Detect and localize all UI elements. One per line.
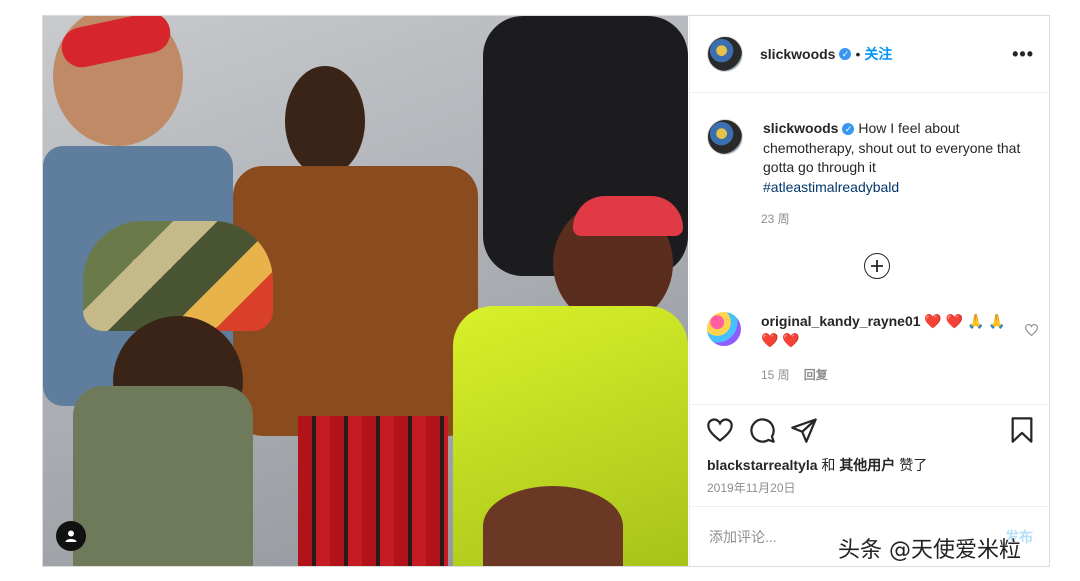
plaid-pants bbox=[298, 416, 448, 566]
watermark: 头条 @天使爱米粒 bbox=[838, 538, 1021, 563]
caption-text-block: slickwoods ✓ How I feel about chemotherap… bbox=[763, 119, 1037, 197]
comment-icon[interactable] bbox=[748, 416, 776, 444]
heart-icon[interactable] bbox=[706, 416, 734, 444]
header-user: slickwoods ✓ • 关注 bbox=[760, 44, 892, 64]
header-separator: • bbox=[855, 46, 861, 62]
likes-suffix: 赞了 bbox=[899, 457, 928, 473]
post-date: 2019年11月20日 bbox=[707, 481, 796, 495]
likes-joiner: 和 bbox=[821, 457, 836, 473]
comment-username[interactable]: original_kandy_rayne01 bbox=[761, 313, 921, 329]
action-bar bbox=[706, 416, 818, 444]
comment-time: 15 周 bbox=[761, 368, 790, 382]
likes-user[interactable]: blackstarrealtyla bbox=[707, 457, 818, 473]
comment-meta: 15 周 回复 bbox=[761, 366, 828, 383]
follow-button[interactable]: 关注 bbox=[864, 44, 892, 64]
post-header: slickwoods ✓ • 关注 ••• bbox=[690, 16, 1049, 93]
caption: slickwoods ✓ How I feel about chemotherap… bbox=[707, 119, 1037, 197]
reply-button[interactable]: 回复 bbox=[804, 366, 828, 383]
likes-line: blackstarrealtyla 和 其他用户 赞了 bbox=[707, 455, 927, 475]
load-more-comments-button[interactable] bbox=[864, 253, 890, 279]
tagged-users-button[interactable] bbox=[56, 521, 86, 551]
more-options-icon[interactable]: ••• bbox=[1012, 44, 1034, 65]
post-card: slickwoods ✓ • 关注 ••• slickwoods ✓ How I … bbox=[42, 15, 1050, 567]
comment-text-block: original_kandy_rayne01 ❤️ ❤️ 🙏 🙏 ❤️ ❤️ bbox=[761, 312, 1011, 350]
plus-icon bbox=[871, 260, 883, 272]
user-icon bbox=[65, 530, 77, 542]
man-center-head bbox=[285, 66, 365, 176]
caption-hashtag[interactable]: #atleastimalreadybald bbox=[763, 179, 899, 195]
caption-avatar[interactable] bbox=[707, 119, 743, 155]
camo-cap bbox=[83, 221, 273, 331]
caption-username[interactable]: slickwoods bbox=[763, 120, 838, 136]
likes-others[interactable]: 其他用户 bbox=[839, 457, 895, 473]
avatar[interactable] bbox=[707, 36, 743, 72]
commenter-avatar[interactable] bbox=[707, 312, 741, 346]
comment-like-heart-icon[interactable] bbox=[1025, 324, 1038, 336]
post-photo[interactable] bbox=[43, 16, 688, 566]
header-username[interactable]: slickwoods bbox=[760, 46, 835, 62]
divider bbox=[690, 404, 1049, 405]
red-hair bbox=[573, 196, 683, 236]
woman-belly bbox=[483, 486, 623, 566]
comment-item: original_kandy_rayne01 ❤️ ❤️ 🙏 🙏 ❤️ ❤️ bbox=[707, 312, 1037, 350]
green-jacket bbox=[73, 386, 253, 566]
verified-badge-icon: ✓ bbox=[839, 48, 852, 60]
bookmark-icon[interactable] bbox=[1008, 416, 1036, 444]
post-sidebar: slickwoods ✓ • 关注 ••• slickwoods ✓ How I … bbox=[689, 16, 1049, 566]
caption-time: 23 周 bbox=[761, 212, 790, 226]
verified-badge-icon: ✓ bbox=[842, 123, 855, 136]
share-icon[interactable] bbox=[790, 416, 818, 444]
